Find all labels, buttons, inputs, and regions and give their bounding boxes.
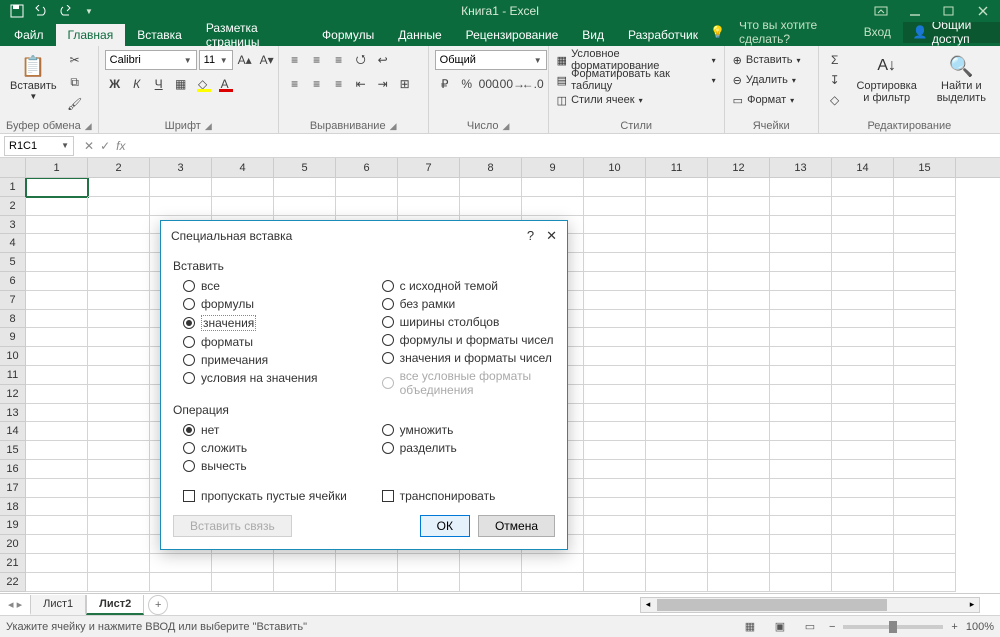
paste-radio-2[interactable]: значения xyxy=(173,313,372,333)
radio-icon xyxy=(382,424,394,436)
radio-icon xyxy=(382,352,394,364)
radio-icon xyxy=(382,377,394,389)
transpose-checkbox[interactable]: транспонировать xyxy=(372,487,555,505)
paste-radio-1[interactable]: формулы xyxy=(173,295,372,313)
paste-radio-3[interactable]: формулы и форматы чисел xyxy=(372,331,555,349)
radio-icon xyxy=(183,280,195,292)
paste-radio-4[interactable]: значения и форматы чисел xyxy=(372,349,555,367)
paste-section-label: Вставить xyxy=(173,259,555,273)
paste-radio-0[interactable]: с исходной темой xyxy=(372,277,555,295)
radio-icon xyxy=(183,460,195,472)
op-radio-1[interactable]: разделить xyxy=(372,439,555,457)
paste-radio-3[interactable]: форматы xyxy=(173,333,372,351)
op-radio-0[interactable]: нет xyxy=(173,421,372,439)
dialog-title: Специальная вставка xyxy=(171,229,292,243)
radio-icon xyxy=(183,372,195,384)
paste-special-dialog: Специальная вставка ? ✕ Вставить всеформ… xyxy=(160,220,568,550)
paste-radio-5: все условные форматы объединения xyxy=(372,367,555,399)
radio-icon xyxy=(382,280,394,292)
dialog-close-button[interactable]: ✕ xyxy=(546,228,557,244)
operation-section-label: Операция xyxy=(173,403,555,417)
dialog-help-button[interactable]: ? xyxy=(527,228,534,244)
paste-link-button: Вставить связь xyxy=(173,515,292,537)
paste-radio-4[interactable]: примечания xyxy=(173,351,372,369)
op-radio-2[interactable]: вычесть xyxy=(173,457,372,475)
skip-blanks-checkbox[interactable]: пропускать пустые ячейки xyxy=(173,487,372,505)
radio-icon xyxy=(183,317,195,329)
radio-icon xyxy=(382,298,394,310)
ok-button[interactable]: ОК xyxy=(420,515,470,537)
radio-icon xyxy=(382,442,394,454)
radio-icon xyxy=(183,336,195,348)
paste-radio-1[interactable]: без рамки xyxy=(372,295,555,313)
radio-icon xyxy=(183,442,195,454)
radio-icon xyxy=(183,424,195,436)
op-radio-0[interactable]: умножить xyxy=(372,421,555,439)
cancel-button[interactable]: Отмена xyxy=(478,515,555,537)
dialog-backdrop: Специальная вставка ? ✕ Вставить всеформ… xyxy=(0,0,1000,635)
radio-icon xyxy=(382,316,394,328)
radio-icon xyxy=(183,354,195,366)
paste-radio-2[interactable]: ширины столбцов xyxy=(372,313,555,331)
paste-radio-5[interactable]: условия на значения xyxy=(173,369,372,387)
radio-icon xyxy=(183,298,195,310)
op-radio-1[interactable]: сложить xyxy=(173,439,372,457)
paste-radio-0[interactable]: все xyxy=(173,277,372,295)
dialog-titlebar[interactable]: Специальная вставка ? ✕ xyxy=(161,221,567,251)
radio-icon xyxy=(382,334,394,346)
